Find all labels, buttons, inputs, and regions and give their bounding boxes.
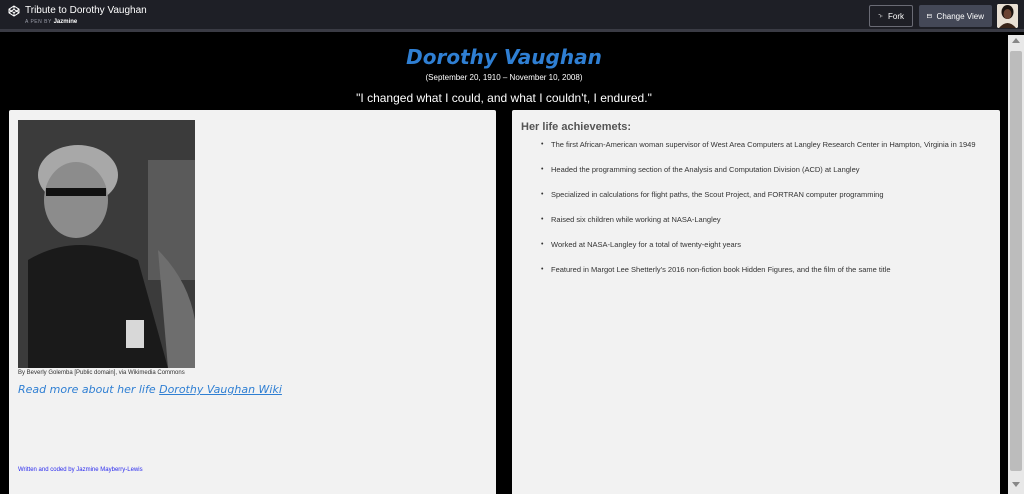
scrollbar-thumb[interactable]: [1010, 51, 1022, 471]
pen-author: A PEN BY Jazmine: [25, 19, 77, 25]
quote: "I changed what I could, and what I coul…: [356, 91, 652, 105]
list-item: Headed the programming section of the An…: [541, 165, 991, 175]
codepen-header: Tribute to Dorothy Vaughan A PEN BY Jazm…: [0, 0, 1024, 32]
change-view-button[interactable]: Change View: [919, 5, 992, 27]
codepen-logo-icon[interactable]: [8, 5, 20, 17]
achievements-heading: Her life achievemets:: [521, 121, 632, 133]
scroll-down-arrow-icon[interactable]: [1012, 482, 1020, 487]
vertical-scrollbar[interactable]: [1008, 35, 1024, 494]
list-item: Specialized in calculations for flight p…: [541, 190, 991, 200]
list-item: Featured in Margot Lee Shetterly's 2016 …: [541, 265, 991, 275]
pen-by-prefix: A PEN BY: [25, 19, 52, 25]
list-item: Worked at NASA-Langley for a total of tw…: [541, 240, 991, 250]
photo-card: By Beverly Golemba [Public domain], via …: [9, 110, 496, 494]
list-item: Raised six children while working at NAS…: [541, 215, 991, 225]
avatar-image: [997, 4, 1018, 28]
layout-icon: [927, 13, 932, 19]
author-link[interactable]: Jazmine: [54, 19, 78, 25]
user-avatar[interactable]: [997, 4, 1018, 28]
pen-title[interactable]: Tribute to Dorothy Vaughan: [25, 5, 147, 16]
fork-label: Fork: [888, 11, 904, 21]
list-item: The first African-American woman supervi…: [541, 140, 991, 150]
pen-preview: Dorothy Vaughan (September 20, 1910 – No…: [0, 35, 1008, 494]
achievements-list: The first African-American woman supervi…: [541, 140, 991, 290]
scroll-up-arrow-icon[interactable]: [1012, 38, 1020, 43]
page-title: Dorothy Vaughan: [406, 45, 602, 69]
fork-button[interactable]: Fork: [869, 5, 913, 27]
life-dates: (September 20, 1910 – November 10, 2008): [425, 73, 583, 82]
author-credit: Written and coded by Jazmine Mayberry-Le…: [18, 467, 143, 473]
achievements-card: Her life achievemets: The first African-…: [512, 110, 1000, 494]
portrait-photo: [18, 120, 195, 368]
portrait-image: [18, 120, 195, 368]
change-view-label: Change View: [936, 11, 984, 21]
fork-icon: [878, 14, 883, 18]
photo-caption: By Beverly Golemba [Public domain], via …: [18, 370, 185, 376]
wiki-link[interactable]: Dorothy Vaughan Wiki: [159, 383, 282, 396]
read-more-label: Read more about her life: [18, 383, 160, 396]
read-more-text: Read more about her life Dorothy Vaughan…: [18, 383, 282, 396]
